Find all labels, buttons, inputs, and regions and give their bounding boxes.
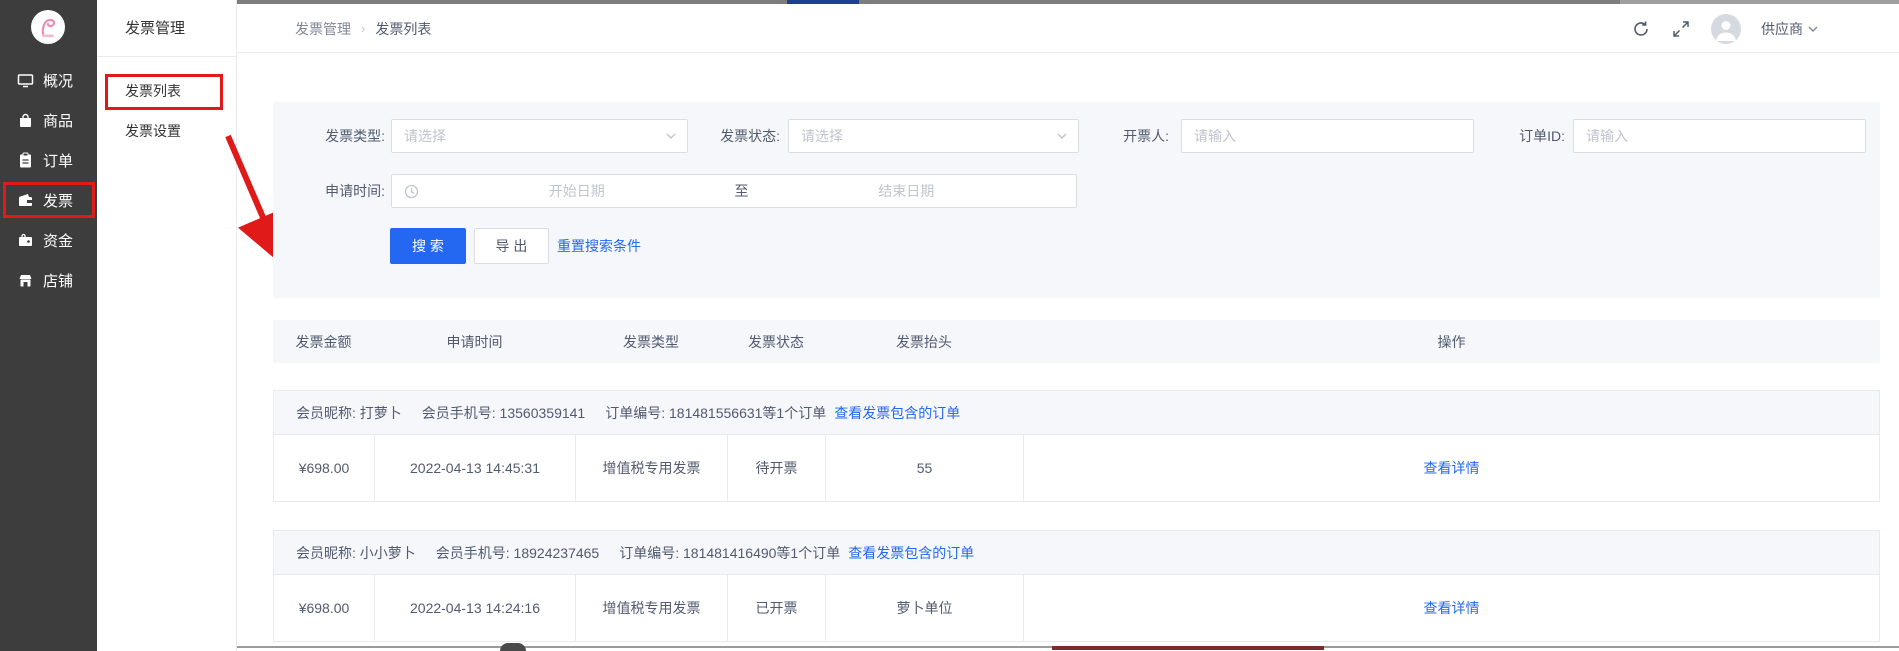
start-date-placeholder: 开始日期 xyxy=(419,181,735,201)
issuer-label: 开票人: xyxy=(1099,119,1169,153)
view-included-orders-link[interactable]: 查看发票包含的订单 xyxy=(848,543,974,563)
breadcrumb: 发票管理 › 发票列表 xyxy=(295,4,431,53)
order-id-label: 订单ID: xyxy=(1495,119,1565,153)
column-header-amount: 发票金额 xyxy=(273,332,374,352)
cell-amount: ¥698.00 xyxy=(274,435,375,501)
submenu-list: 发票列表 发票设置 xyxy=(97,71,236,151)
primary-sidebar: 概况 商品 订单 发票 资金 xyxy=(0,0,97,651)
table-row: ¥698.00 2022-04-13 14:24:16 增值税专用发票 已开票 … xyxy=(274,575,1879,641)
member-phone-text: 会员手机号: 18924237465 xyxy=(436,543,599,563)
secondary-sidebar: 发票管理 发票列表 发票设置 xyxy=(97,0,237,651)
column-header-invoice-status: 发票状态 xyxy=(727,332,825,352)
view-included-orders-link[interactable]: 查看发票包含的订单 xyxy=(834,403,960,423)
cell-apply-time: 2022-04-13 14:45:31 xyxy=(375,435,576,501)
user-dropdown[interactable]: 供应商 xyxy=(1761,19,1819,39)
invoice-type-placeholder: 请选择 xyxy=(404,126,446,146)
issuer-field-box xyxy=(1181,119,1474,153)
cell-apply-time: 2022-04-13 14:24:16 xyxy=(375,575,576,641)
chevron-down-icon xyxy=(665,130,677,142)
breadcrumb-current: 发票列表 xyxy=(375,19,431,39)
member-nickname-text: 会员昵称: 小小萝卜 xyxy=(296,543,416,563)
cell-invoice-type: 增值税专用发票 xyxy=(576,435,728,501)
chevron-down-icon xyxy=(1056,130,1068,142)
cell-invoice-title: 萝卜单位 xyxy=(826,575,1024,641)
goods-bag-icon xyxy=(17,112,34,129)
group-header: 会员昵称: 打萝卜 会员手机号: 13560359141 订单编号: 18148… xyxy=(274,391,1879,435)
clock-icon xyxy=(404,184,419,199)
cell-invoice-status: 待开票 xyxy=(728,435,826,501)
invoice-group-card: 会员昵称: 小小萝卜 会员手机号: 18924237465 订单编号: 1814… xyxy=(273,530,1880,642)
issuer-input[interactable] xyxy=(1182,120,1473,152)
shop-icon xyxy=(17,272,34,289)
view-details-link[interactable]: 查看详情 xyxy=(1424,598,1480,618)
search-button[interactable]: 搜 索 xyxy=(390,228,466,264)
column-header-action: 操作 xyxy=(1023,332,1880,352)
cell-amount: ¥698.00 xyxy=(274,575,375,641)
invoice-group-card: 会员昵称: 打萝卜 会员手机号: 13560359141 订单编号: 18148… xyxy=(273,390,1880,502)
breadcrumb-root[interactable]: 发票管理 xyxy=(295,19,351,39)
sidebar-item-overview[interactable]: 概况 xyxy=(0,60,97,100)
sidebar-item-goods[interactable]: 商品 xyxy=(0,100,97,140)
sidebar-item-funds[interactable]: 资金 xyxy=(0,220,97,260)
table-header: 发票金额 申请时间 发票类型 发票状态 发票抬头 操作 xyxy=(273,320,1880,363)
cell-invoice-type: 增值税专用发票 xyxy=(576,575,728,641)
breadcrumb-separator-icon: › xyxy=(361,21,365,36)
order-number-text: 订单编号: 181481556631等1个订单 xyxy=(605,403,826,423)
cell-invoice-status: 已开票 xyxy=(728,575,826,641)
invoice-status-placeholder: 请选择 xyxy=(801,126,843,146)
app-logo[interactable] xyxy=(31,10,65,44)
refresh-icon[interactable] xyxy=(1631,19,1651,39)
table-row: ¥698.00 2022-04-13 14:45:31 增值税专用发票 待开票 … xyxy=(274,435,1879,501)
group-header: 会员昵称: 小小萝卜 会员手机号: 18924237465 订单编号: 1814… xyxy=(274,531,1879,575)
invoice-type-select[interactable]: 请选择 xyxy=(391,119,688,153)
sidebar-item-invoices[interactable]: 发票 xyxy=(0,180,97,220)
invoice-status-select[interactable]: 请选择 xyxy=(788,119,1079,153)
funds-wallet-icon xyxy=(17,232,34,249)
sidebar-item-label: 概况 xyxy=(43,70,73,91)
order-clipboard-icon xyxy=(17,152,34,169)
sidebar-nav: 概况 商品 订单 发票 资金 xyxy=(0,60,97,300)
sidebar-item-label: 店铺 xyxy=(43,270,73,291)
member-phone-text: 会员手机号: 13560359141 xyxy=(422,403,585,423)
cell-invoice-title: 55 xyxy=(826,435,1024,501)
member-nickname-text: 会员昵称: 打萝卜 xyxy=(296,403,402,423)
window-bottom-edge-bump xyxy=(500,643,526,651)
end-date-placeholder: 结束日期 xyxy=(749,181,1065,201)
date-range-separator: 至 xyxy=(735,181,749,201)
sidebar-item-label: 资金 xyxy=(43,230,73,251)
sidebar-item-label: 订单 xyxy=(43,150,73,171)
export-button[interactable]: 导 出 xyxy=(474,228,549,264)
column-header-apply-time: 申请时间 xyxy=(374,332,575,352)
order-number-text: 订单编号: 181481416490等1个订单 xyxy=(619,543,840,563)
fullscreen-icon[interactable] xyxy=(1671,19,1691,39)
column-header-invoice-type: 发票类型 xyxy=(575,332,727,352)
submenu-item-invoice-list[interactable]: 发票列表 xyxy=(97,71,236,111)
view-details-link[interactable]: 查看详情 xyxy=(1424,458,1480,478)
logo-flamingo-icon xyxy=(35,14,61,40)
reset-search-link[interactable]: 重置搜索条件 xyxy=(557,228,641,264)
apply-time-range-picker[interactable]: 开始日期 至 结束日期 xyxy=(391,174,1077,208)
top-header: 发票管理 › 发票列表 供应商 xyxy=(237,4,1899,53)
header-actions: 供应商 xyxy=(1631,4,1819,53)
invoice-status-label: 发票状态: xyxy=(698,119,780,153)
user-name-label: 供应商 xyxy=(1761,19,1803,39)
monitor-icon xyxy=(17,72,34,89)
sidebar-item-label: 发票 xyxy=(43,190,73,211)
filter-panel: 发票类型: 请选择 发票状态: 请选择 开票人: 订单ID: 申请时间: 开始日… xyxy=(273,102,1880,298)
submenu-item-invoice-settings[interactable]: 发票设置 xyxy=(97,111,236,151)
order-id-field-box xyxy=(1573,119,1866,153)
invoice-type-label: 发票类型: xyxy=(303,119,385,153)
window-bottom-edge-maroon-segment xyxy=(1052,646,1324,650)
sidebar-item-shop[interactable]: 店铺 xyxy=(0,260,97,300)
avatar[interactable] xyxy=(1711,14,1741,44)
sidebar-item-label: 商品 xyxy=(43,110,73,131)
invoice-wallet-icon xyxy=(17,192,34,209)
column-header-invoice-title: 发票抬头 xyxy=(825,332,1023,352)
apply-time-label: 申请时间: xyxy=(303,174,385,208)
sidebar-item-orders[interactable]: 订单 xyxy=(0,140,97,180)
order-id-input[interactable] xyxy=(1574,120,1865,152)
chevron-down-icon xyxy=(1807,23,1819,35)
submenu-title: 发票管理 xyxy=(97,0,236,57)
